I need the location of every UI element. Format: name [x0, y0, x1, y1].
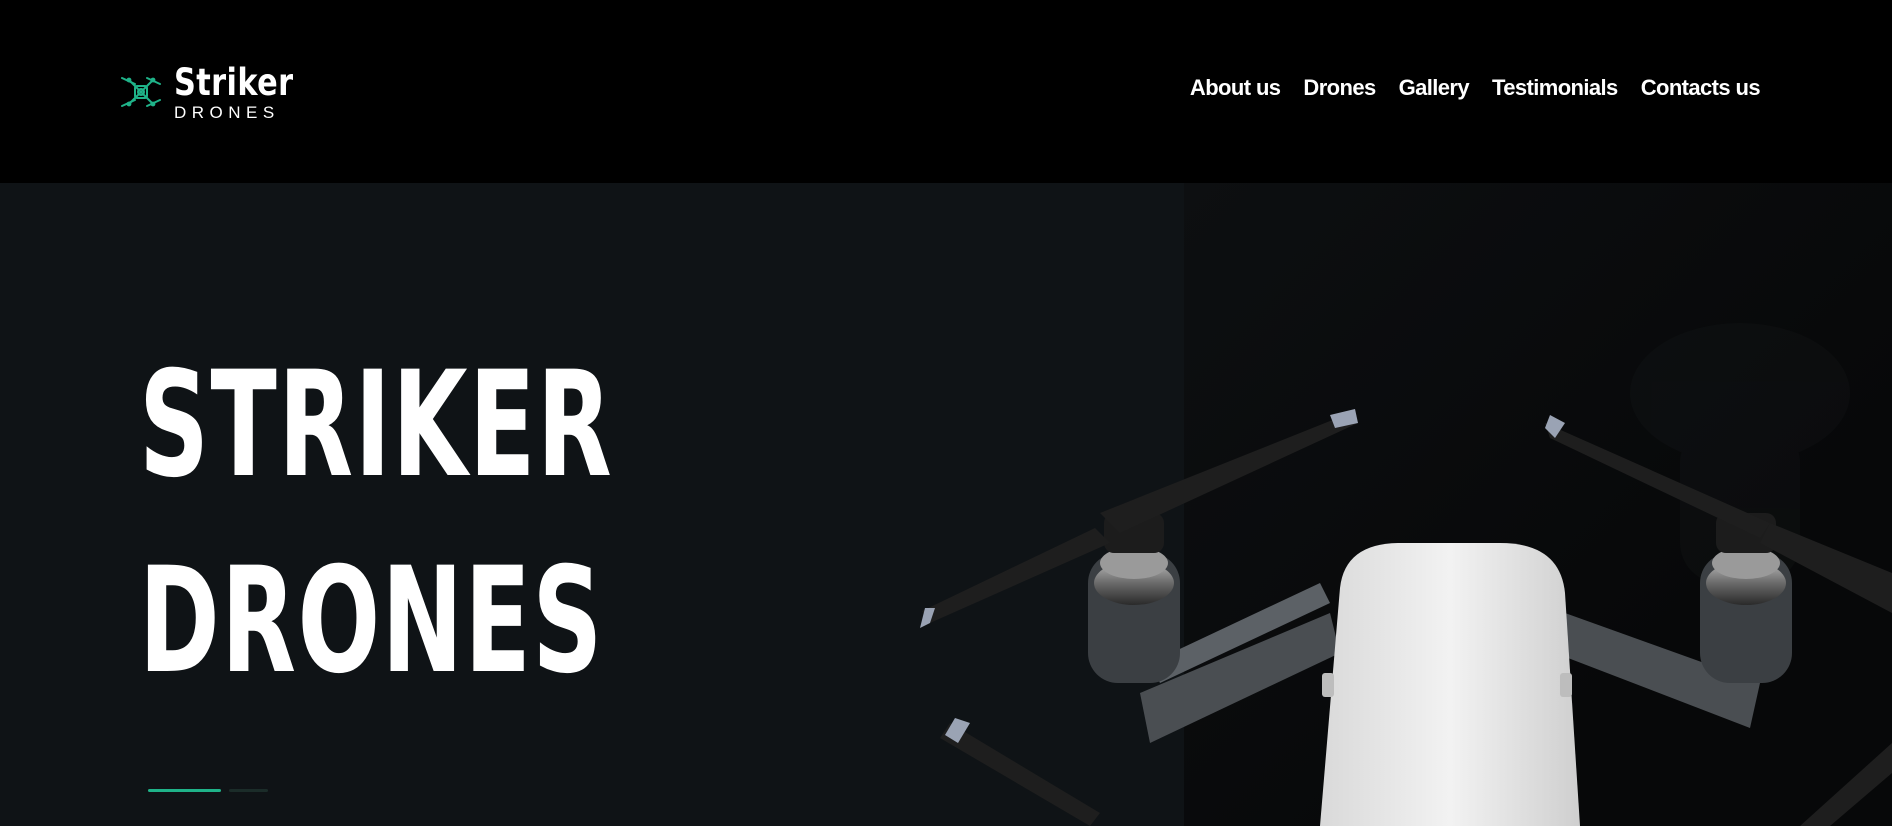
- main-nav: About us Drones Gallery Testimonials Con…: [1190, 75, 1761, 101]
- hero-title-line-2: DRONES: [139, 536, 604, 706]
- nav-link-about-us[interactable]: About us: [1190, 75, 1281, 101]
- hero-section: STRIKER DRONES: [0, 183, 1892, 826]
- brand-logo[interactable]: Striker DRONES: [118, 62, 320, 122]
- hero-title-line-1: STRIKER: [139, 340, 614, 510]
- quadcopter-icon: [121, 77, 161, 107]
- nav-link-drones[interactable]: Drones: [1303, 75, 1376, 101]
- nav-link-gallery[interactable]: Gallery: [1399, 75, 1470, 101]
- site-header: Striker DRONES About us Drones Gallery T…: [0, 0, 1892, 183]
- slide-indicator-2[interactable]: [229, 789, 268, 792]
- brand-name: Striker: [174, 60, 294, 104]
- slide-indicator-1[interactable]: [148, 789, 221, 792]
- nav-link-testimonials[interactable]: Testimonials: [1492, 75, 1618, 101]
- slider-pagination: [148, 789, 268, 792]
- nav-link-contacts-us[interactable]: Contacts us: [1641, 75, 1761, 101]
- brand-text: Striker DRONES: [174, 64, 320, 121]
- brand-tagline: DRONES: [174, 102, 280, 122]
- hero-title: STRIKER DRONES: [139, 327, 613, 719]
